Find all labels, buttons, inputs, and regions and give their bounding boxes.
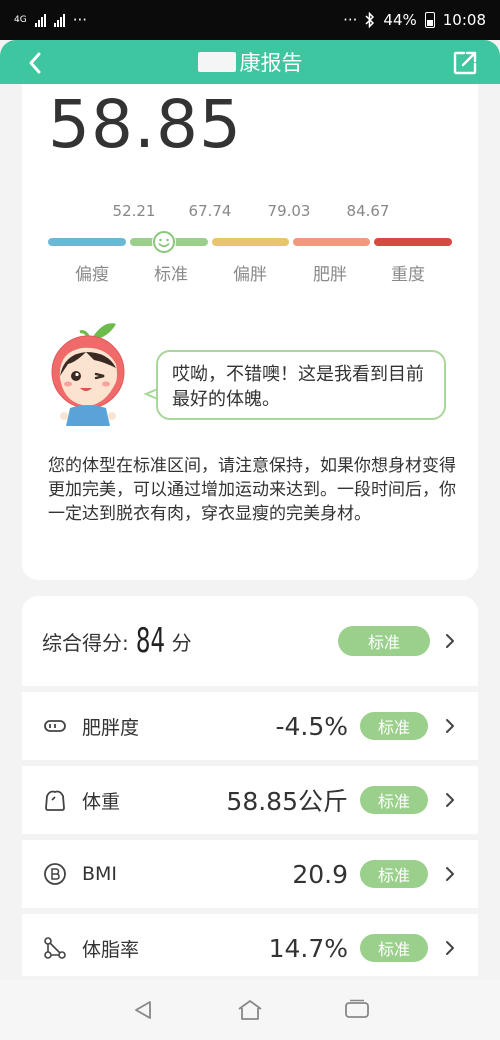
category-label: 重度 xyxy=(391,265,425,285)
bluetooth-icon xyxy=(365,12,375,28)
status-badge: 标准 xyxy=(360,860,428,888)
chevron-right-icon xyxy=(446,867,454,881)
page-title: 康报告 xyxy=(197,47,303,77)
tomato-mascot-icon xyxy=(51,323,125,426)
status-badge: 标准 xyxy=(360,934,428,962)
overall-score-row[interactable]: 综合得分: 84 分 标准 xyxy=(22,596,478,686)
weight-value: 58.85 xyxy=(48,86,242,163)
metric-value: 58.85公斤 xyxy=(226,787,348,816)
metric-value: 14.7% xyxy=(268,933,348,963)
chevron-right-icon xyxy=(446,941,454,955)
nav-back-button[interactable] xyxy=(123,990,163,1030)
battery-icon xyxy=(424,12,435,28)
smiley-indicator-icon xyxy=(152,230,176,254)
metric-row-weight[interactable]: 体重 58.85公斤 标准 xyxy=(22,766,478,834)
metrics-card: 综合得分: 84 分 标准 肥胖度 -4.5% 标准 体重 58.85公斤 标准 xyxy=(22,596,478,976)
back-button[interactable] xyxy=(18,46,52,80)
score-value: 84 xyxy=(135,621,165,661)
category-label: 肥胖 xyxy=(313,265,347,285)
weight-scale-bar xyxy=(48,238,452,246)
weight-scale-icon xyxy=(45,790,65,811)
share-button[interactable] xyxy=(448,46,482,80)
metric-name: BMI xyxy=(82,863,118,885)
status-badge: 标准 xyxy=(360,786,428,814)
signal-icon-2 xyxy=(53,13,65,27)
status-bar: 4G ··· ··· 44% 10:08 xyxy=(0,0,500,40)
system-nav-bar xyxy=(0,980,500,1040)
speech-bubble: 哎呦，不错噢！这是我看到目前最好的体魄。 xyxy=(156,350,446,420)
threshold-label: 84.67 xyxy=(346,202,390,220)
metric-value: -4.5% xyxy=(275,711,348,741)
clock: 10:08 xyxy=(442,11,486,29)
status-left: 4G ··· xyxy=(14,11,87,29)
share-external-icon xyxy=(453,51,477,75)
chevron-right-icon xyxy=(446,719,454,733)
home-icon xyxy=(238,1000,262,1020)
chevron-right-icon xyxy=(446,793,454,807)
body-fat-rate-icon xyxy=(44,937,66,959)
body-fat-degree-icon xyxy=(44,720,66,732)
metric-name: 体重 xyxy=(82,790,121,813)
weight-card: 58.85 52.21 67.74 79.03 84.67 偏瘦 标准 偏胖 肥… xyxy=(22,84,478,580)
score-label: 综合得分: xyxy=(42,630,129,655)
scale-segment-underweight xyxy=(48,238,126,246)
status-badge: 标准 xyxy=(360,712,428,740)
threshold-label: 79.03 xyxy=(267,202,311,220)
bmi-icon xyxy=(44,863,66,885)
nav-recents-button[interactable] xyxy=(337,990,377,1030)
signal-icon-1 xyxy=(34,13,46,27)
status-right: ··· 44% 10:08 xyxy=(343,11,486,29)
metric-value: 20.9 xyxy=(292,859,348,889)
score-unit: 分 xyxy=(171,630,192,655)
metric-row-fat-degree[interactable]: 肥胖度 -4.5% 标准 xyxy=(22,692,478,760)
status-badge: 标准 xyxy=(338,626,430,656)
chevron-left-icon xyxy=(29,52,41,74)
category-label: 标准 xyxy=(154,265,188,285)
scale-segment-overweight xyxy=(212,238,289,246)
battery-percent: 44% xyxy=(383,11,417,29)
chevron-right-icon xyxy=(446,634,454,648)
metric-name: 体脂率 xyxy=(82,938,140,961)
scale-segment-severe xyxy=(374,238,452,246)
more-left: ··· xyxy=(72,11,88,29)
metric-name: 肥胖度 xyxy=(82,716,140,739)
threshold-label: 52.21 xyxy=(112,202,156,220)
triangle-back-icon xyxy=(135,1001,152,1019)
more-right: ··· xyxy=(343,11,358,29)
app-header: 康报告 xyxy=(0,40,500,84)
metric-row-bmi[interactable]: BMI 20.9 标准 xyxy=(22,840,478,908)
body-type-description: 您的体型在标准区间，请注意保持，如果你想身材变得更加完美，可以通过增加运动来达到… xyxy=(48,456,456,524)
page-title-text: 康报告 xyxy=(239,51,303,75)
category-label: 偏胖 xyxy=(233,265,267,285)
network-type: 4G xyxy=(14,14,27,25)
metric-row-body-fat[interactable]: 体脂率 14.7% 标准 xyxy=(22,914,478,976)
nav-home-button[interactable] xyxy=(230,990,270,1030)
recents-icon xyxy=(344,999,369,1018)
category-label: 偏瘦 xyxy=(75,265,109,285)
threshold-label: 67.74 xyxy=(188,202,232,220)
redacted-title-block xyxy=(197,52,236,72)
scale-segment-obese xyxy=(293,238,370,246)
